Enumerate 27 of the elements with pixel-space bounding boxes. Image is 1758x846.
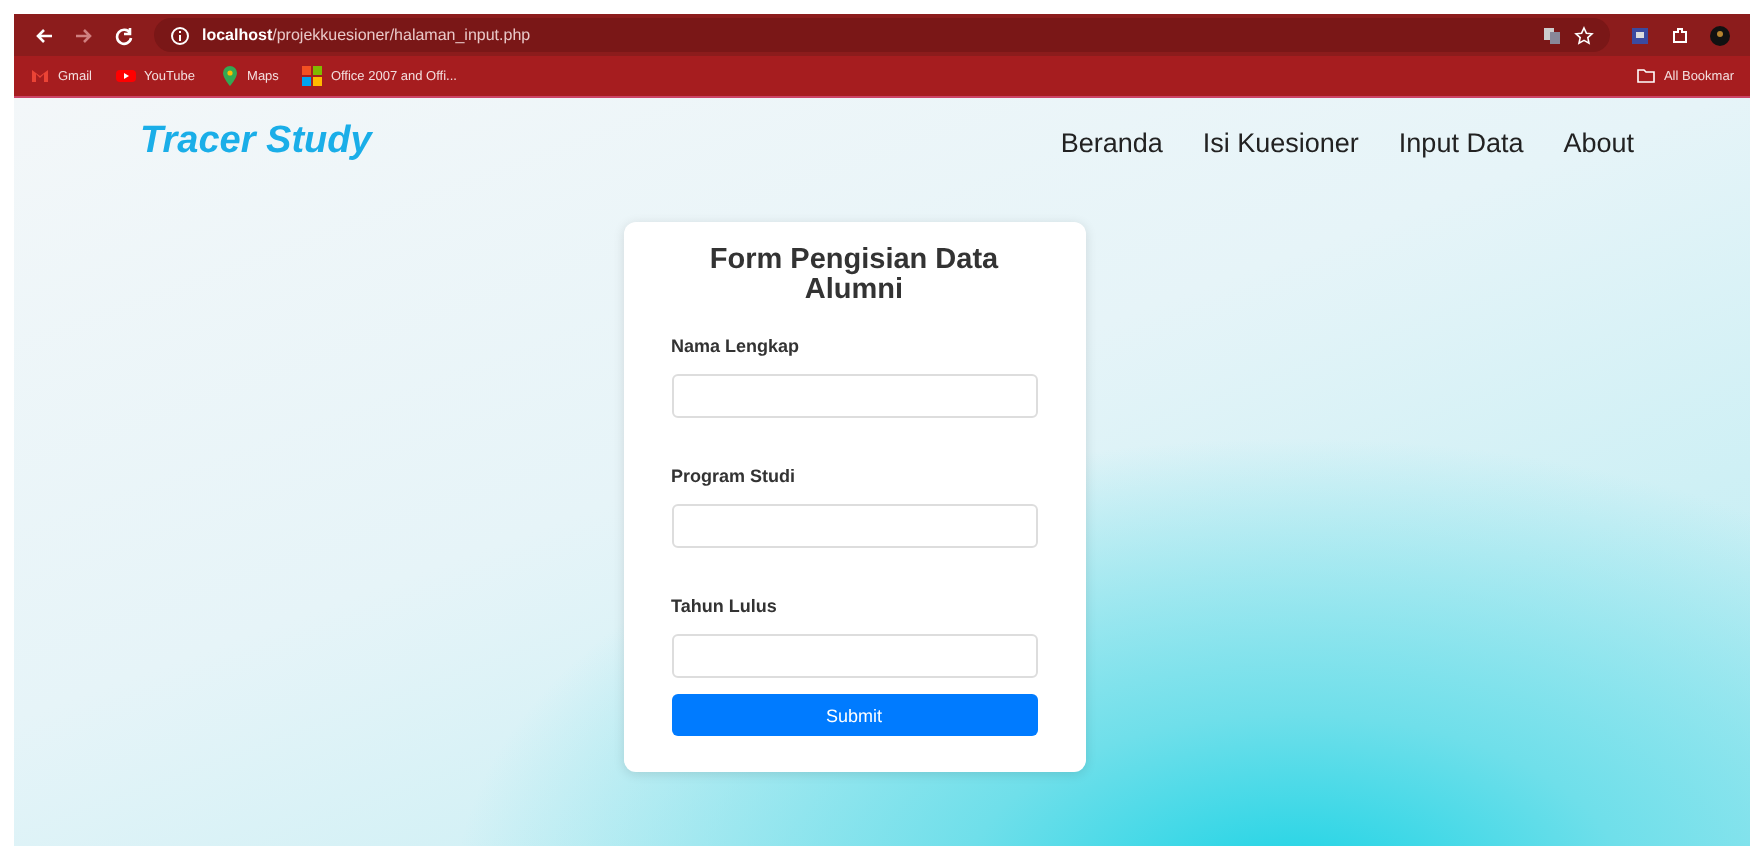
address-bar[interactable]: localhost/projekkuesioner/halaman_input.php [154, 18, 1610, 52]
nav-link[interactable]: Isi Kuesioner [1202, 127, 1359, 157]
info-icon[interactable] [170, 25, 190, 45]
avatar-icon[interactable] [1710, 25, 1730, 45]
field-label: Tahun Lulus [671, 596, 779, 617]
form-title: Form Pengisian Data Alumni [707, 246, 1001, 307]
field-label: Nama Lengkap [671, 336, 802, 357]
nav-link[interactable]: Beranda [1060, 127, 1163, 157]
extension-icon[interactable] [1630, 25, 1650, 45]
nav-link[interactable]: Input Data [1398, 127, 1524, 157]
reload-icon[interactable] [114, 25, 134, 45]
forward-icon[interactable] [74, 25, 94, 45]
url-text: localhost/projekkuesioner/halaman_input.php [202, 26, 531, 44]
input-field[interactable] [671, 374, 1037, 419]
back-icon[interactable] [34, 25, 54, 45]
input-field[interactable] [671, 634, 1037, 679]
submit-button[interactable]: Submit [671, 694, 1037, 737]
mail-icon [30, 66, 50, 86]
map-pin-icon [219, 66, 240, 86]
folder-icon [1635, 66, 1656, 86]
nav-link[interactable]: About [1563, 127, 1634, 157]
play-icon [115, 66, 136, 86]
field-label: Program Studi [671, 466, 798, 487]
tiles-icon [302, 66, 323, 86]
translate-icon[interactable] [1542, 25, 1562, 45]
input-field[interactable] [671, 504, 1037, 549]
star-icon[interactable] [1574, 25, 1594, 45]
